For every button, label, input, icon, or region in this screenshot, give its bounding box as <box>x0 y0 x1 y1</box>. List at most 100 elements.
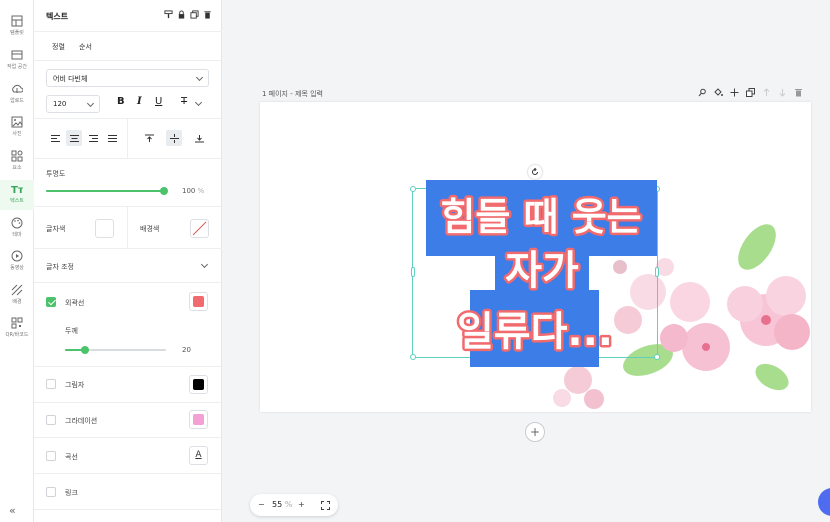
help-chat-button[interactable] <box>818 488 830 516</box>
bold-button[interactable]: B <box>117 96 125 107</box>
arrow-up-icon[interactable] <box>762 88 771 97</box>
thickness-value: 20 <box>182 346 191 354</box>
zoom-in-button[interactable]: + <box>298 500 305 509</box>
valign-bottom-icon <box>194 134 204 142</box>
fill-bucket-icon[interactable] <box>714 88 723 97</box>
collapse-rail-button[interactable]: « <box>9 504 16 517</box>
font-size-select[interactable]: 120 <box>46 95 100 113</box>
rail-item-qr[interactable]: QR/바코드 <box>0 314 34 344</box>
outline-checkbox[interactable] <box>46 297 56 307</box>
svg-text:Tт: Tт <box>11 185 23 195</box>
background-icon <box>11 284 23 296</box>
add-icon[interactable] <box>730 88 739 97</box>
rail-item-background[interactable]: 배경 <box>0 281 34 311</box>
shadow-color-swatch[interactable] <box>189 375 208 394</box>
rail-item-elements[interactable]: 요소 <box>0 147 34 177</box>
curve-checkbox[interactable] <box>46 451 56 461</box>
page-title[interactable]: 1 페이지 - 제목 입력 <box>262 89 323 99</box>
valign-top-button[interactable] <box>141 130 157 146</box>
lock-icon[interactable] <box>177 10 186 19</box>
align-justify-button[interactable] <box>104 130 120 146</box>
divider <box>34 118 222 119</box>
align-right-button[interactable] <box>85 130 101 146</box>
rail-item-photo[interactable]: 사진 <box>0 113 34 143</box>
slider-handle[interactable] <box>160 187 168 195</box>
align-center-button[interactable] <box>66 130 82 146</box>
font-size-value: 120 <box>53 100 67 108</box>
align-left-button[interactable] <box>47 130 63 146</box>
gradient-checkbox[interactable] <box>46 415 56 425</box>
paint-format-icon[interactable] <box>164 10 173 19</box>
divider <box>34 402 222 403</box>
divider <box>34 248 222 249</box>
chevron-down-icon <box>86 99 95 108</box>
rail-item-text[interactable]: Tт 텍스트 <box>0 180 34 210</box>
underline-button[interactable]: U <box>155 96 162 107</box>
duplicate-icon[interactable] <box>190 10 199 19</box>
pin-icon[interactable] <box>698 88 707 97</box>
chevron-down-icon[interactable] <box>194 98 203 107</box>
italic-button[interactable]: I <box>137 96 142 107</box>
rail-item-workspace[interactable]: 작업 공간 <box>0 46 34 76</box>
rail-label: 테마 <box>12 232 22 238</box>
outline-label: 외곽선 <box>65 299 85 307</box>
gradient-color-swatch[interactable] <box>189 410 208 429</box>
rail-label: 업로드 <box>10 98 24 104</box>
divider <box>34 437 222 438</box>
divider <box>34 366 222 367</box>
photo-icon <box>11 116 23 128</box>
curve-style-button[interactable]: A <box>189 446 208 465</box>
text-color-label: 글자색 <box>46 225 66 233</box>
link-checkbox[interactable] <box>46 487 56 497</box>
canvas-text[interactable]: 힘들 때 웃는 자가 일류다... <box>260 102 811 412</box>
left-nav-rail: 템플릿 작업 공간 업로드 사진 요소 Tт 텍스트 테마 동영상 배경 QR/… <box>0 0 34 522</box>
zoom-out-button[interactable]: − <box>258 500 265 509</box>
fullscreen-icon[interactable] <box>321 501 330 510</box>
panel-title: 텍스트 <box>46 12 69 21</box>
text-color-swatch[interactable] <box>95 219 114 238</box>
valign-top-icon <box>144 134 154 142</box>
divider <box>127 118 128 158</box>
add-page-button[interactable]: + <box>525 422 545 442</box>
divider <box>34 473 222 474</box>
strikethrough-button[interactable]: T <box>181 96 187 107</box>
rail-item-theme[interactable]: 테마 <box>0 214 34 244</box>
copy-page-icon[interactable] <box>746 88 755 97</box>
opacity-label: 투명도 <box>46 170 66 178</box>
qr-icon <box>11 317 23 329</box>
tab-order[interactable]: 순서 <box>79 42 92 52</box>
valign-middle-icon <box>169 133 179 143</box>
valign-bottom-button[interactable] <box>191 130 207 146</box>
align-right-icon <box>88 134 98 142</box>
trash-icon[interactable] <box>794 88 803 97</box>
divider <box>34 509 222 510</box>
valign-middle-button[interactable] <box>166 130 182 146</box>
trash-icon[interactable] <box>203 10 212 19</box>
rail-item-template[interactable]: 템플릿 <box>0 12 34 42</box>
divider <box>127 206 128 248</box>
rail-item-upload[interactable]: 업로드 <box>0 80 34 110</box>
outline-color-swatch[interactable] <box>189 292 208 311</box>
curve-label: 곡선 <box>65 453 78 461</box>
font-family-select[interactable]: 어비 다빈체 <box>46 69 209 87</box>
elements-icon <box>11 150 23 162</box>
arrow-down-icon[interactable] <box>778 88 787 97</box>
no-color-icon <box>192 221 207 236</box>
rail-label: 배경 <box>12 299 22 305</box>
bg-color-swatch[interactable] <box>190 219 209 238</box>
workspace-icon <box>11 50 23 60</box>
tab-align[interactable]: 정렬 <box>52 42 65 52</box>
rail-label: QR/바코드 <box>5 332 29 338</box>
palette-icon <box>11 217 23 229</box>
zoom-value[interactable]: 55 % <box>272 500 292 509</box>
chevron-down-icon[interactable] <box>200 260 209 269</box>
rail-label: 템플릿 <box>10 30 24 36</box>
slider-handle[interactable] <box>81 346 89 354</box>
design-canvas[interactable]: 힘들 때 웃는 자가 일류다... <box>260 102 811 412</box>
bg-color-label: 배경색 <box>140 225 160 233</box>
rail-item-video[interactable]: 동영상 <box>0 247 34 277</box>
shadow-checkbox[interactable] <box>46 379 56 389</box>
canvas-text-line: 일류다... <box>457 309 613 355</box>
font-family-value: 어비 다빈체 <box>53 75 88 83</box>
rail-label: 작업 공간 <box>7 64 27 70</box>
